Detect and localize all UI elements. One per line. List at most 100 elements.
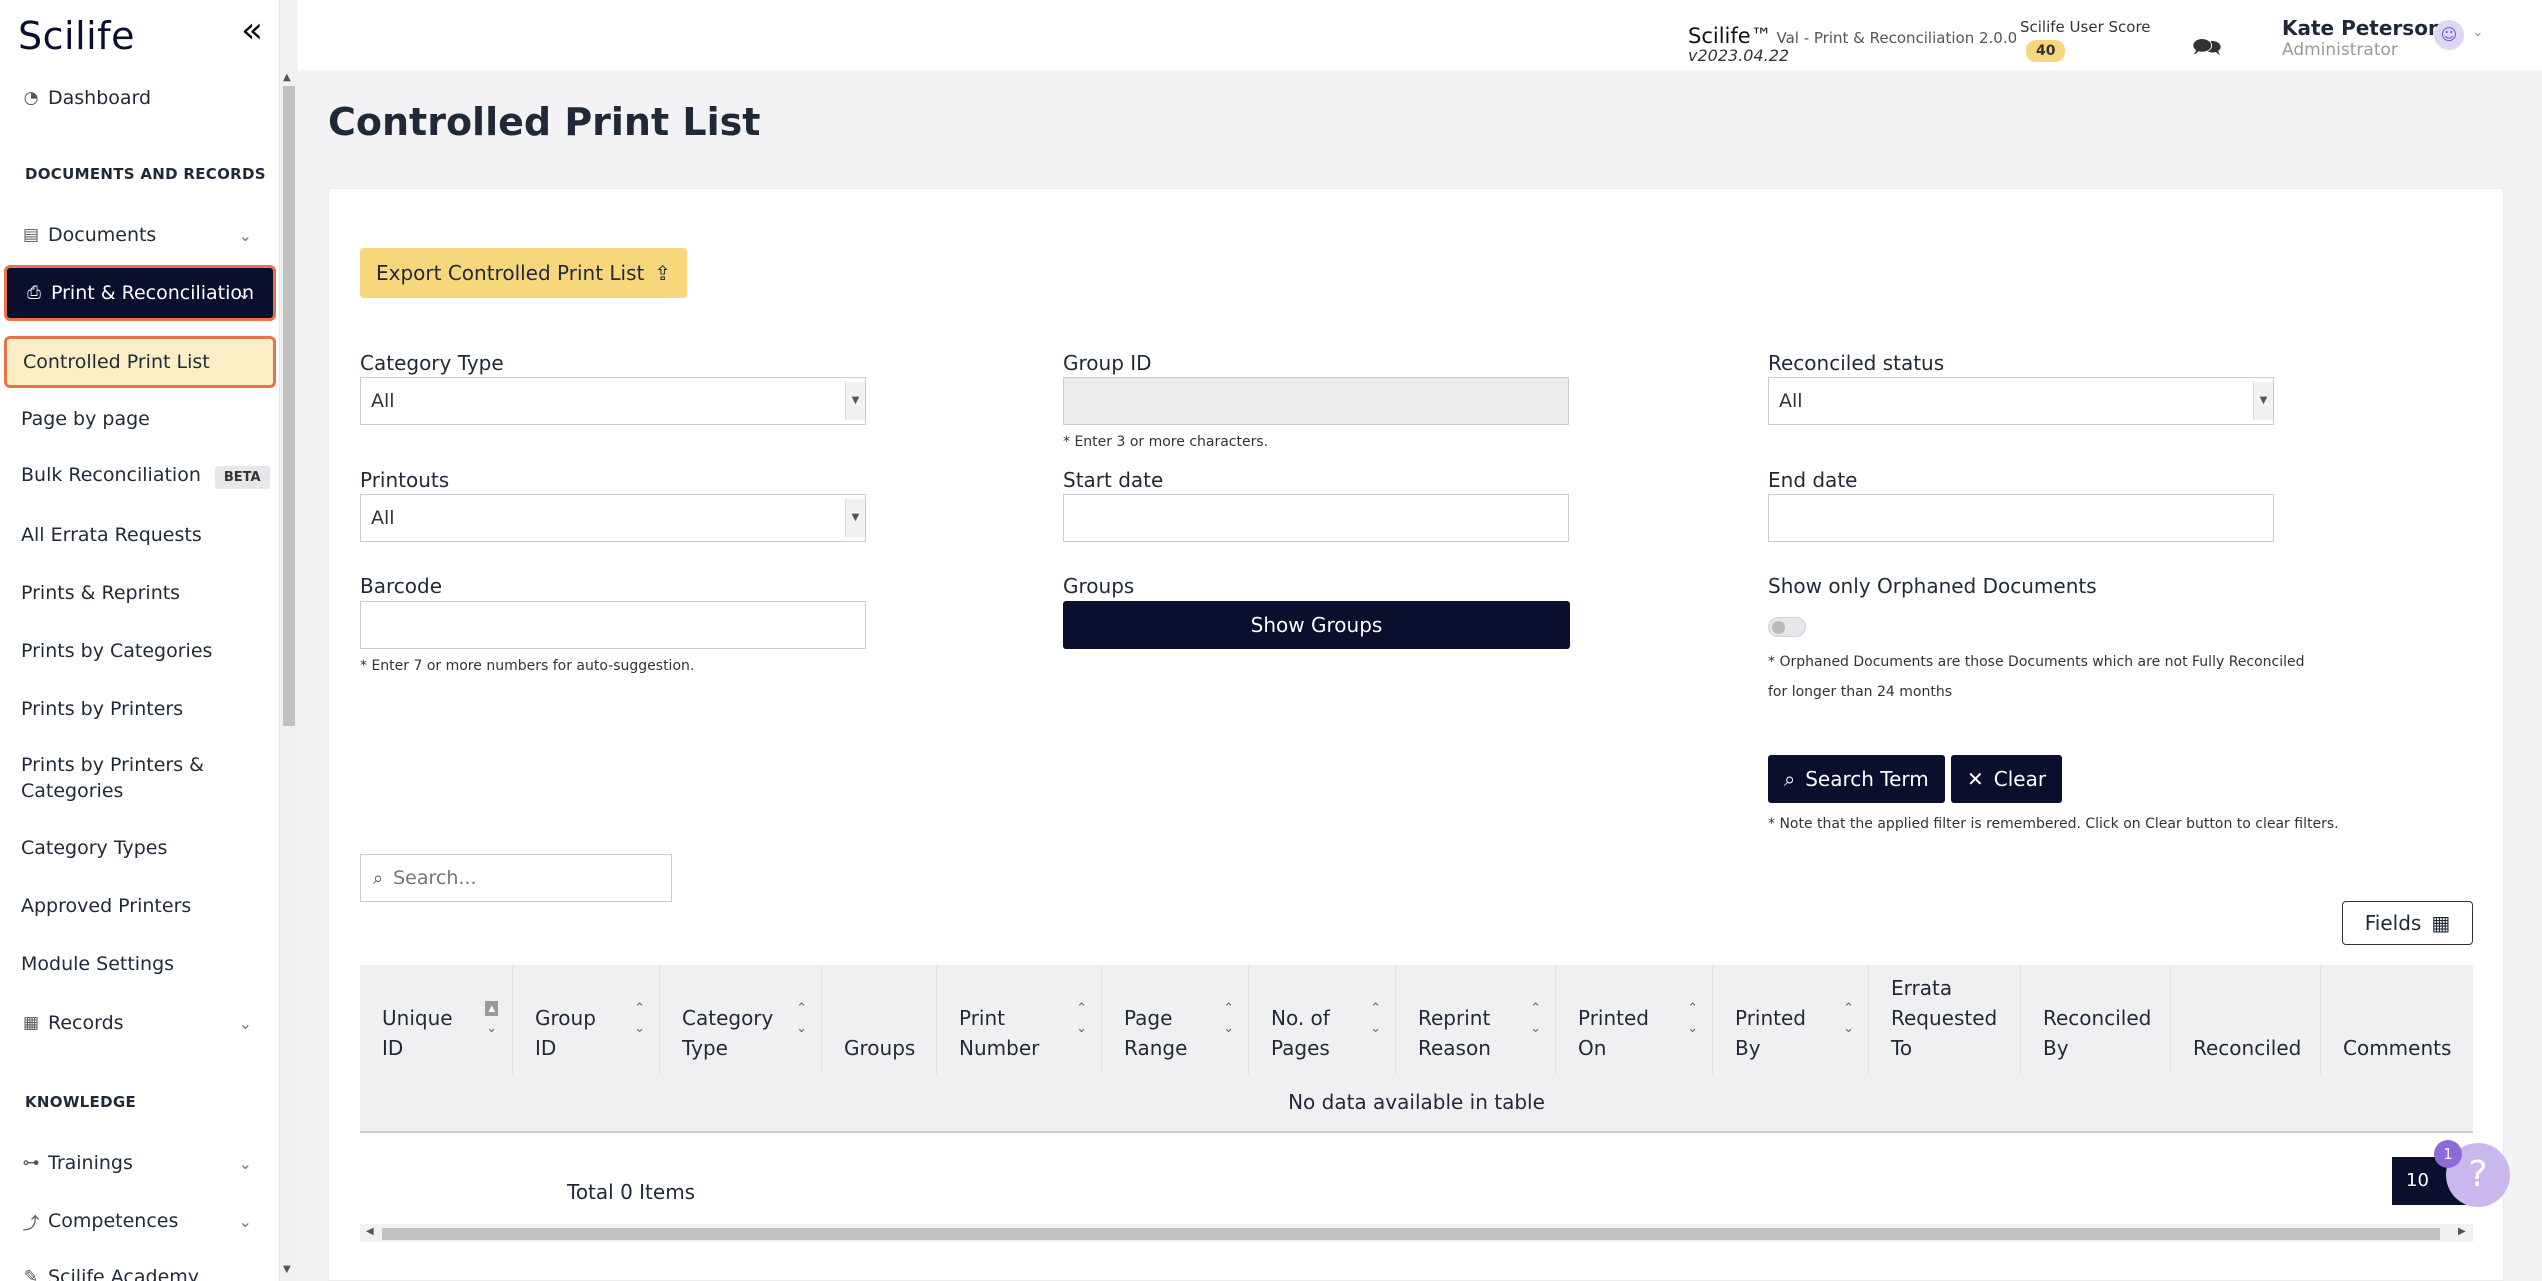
sidebar-item-module-settings[interactable]: Module Settings	[21, 953, 174, 975]
column-label-line: Comments	[2343, 1036, 2452, 1060]
column-label-line: Pages	[1271, 1036, 1330, 1060]
clear-button[interactable]: ✕ Clear	[1951, 755, 2063, 803]
orphaned-documents-toggle[interactable]	[1768, 617, 1806, 637]
chevron-down-icon[interactable]: ⌄	[2472, 24, 2484, 40]
fields-button[interactable]: Fields ▦	[2342, 901, 2473, 945]
column-header-groups[interactable]: Groups	[822, 965, 937, 1075]
column-header-reconciled[interactable]: Reconciled	[2171, 965, 2321, 1075]
column-header-unique-id[interactable]: Unique ID ▴ ⌄	[360, 965, 513, 1075]
column-header-page-range[interactable]: Page Range ⌃ ⌄	[1102, 965, 1249, 1075]
chevron-down-icon: ▼	[845, 382, 865, 420]
column-header-printed-on[interactable]: Printed On ⌃ ⌄	[1556, 965, 1713, 1075]
sidebar-item-records[interactable]: ▦ Records ⌄	[0, 1008, 280, 1038]
column-header-reconciled-by[interactable]: Reconciled By	[2021, 965, 2171, 1075]
column-header-category-type[interactable]: Category Type ⌃ ⌄	[660, 965, 822, 1075]
sidebar-item-dashboard[interactable]: ◔ Dashboard	[0, 84, 280, 112]
sidebar-item-competences[interactable]: ⤴ Competences ⌄	[0, 1206, 280, 1236]
sidebar-item-all-errata-requests[interactable]: All Errata Requests	[21, 524, 202, 546]
reconciled-status-select[interactable]: All ▼	[1768, 377, 2274, 425]
column-label-line: ID	[535, 1036, 557, 1060]
group-id-hint: * Enter 3 or more characters.	[1063, 434, 1269, 450]
sidebar-item-label: Print & Reconciliation	[51, 282, 255, 304]
records-icon: ▦	[22, 1013, 40, 1033]
sidebar-item-prints-by-printers-categories[interactable]: Prints by Printers & Categories	[21, 752, 204, 804]
scroll-right-arrow-icon[interactable]: ▶	[2458, 1226, 2466, 1237]
orphaned-hint-line2: for longer than 24 months	[1768, 684, 1952, 700]
sidebar-scrollbar-thumb[interactable]	[283, 86, 295, 726]
sidebar-item-approved-printers[interactable]: Approved Printers	[21, 895, 191, 917]
sidebar-item-trainings[interactable]: ⊶ Trainings ⌄	[0, 1148, 280, 1178]
user-score-label: Scilife User Score	[2020, 18, 2151, 36]
column-header-printed-by[interactable]: Printed By ⌃ ⌄	[1713, 965, 1869, 1075]
sidebar-item-label: Trainings	[48, 1152, 133, 1174]
sidebar-item-prints-by-categories[interactable]: Prints by Categories	[21, 640, 212, 662]
chevron-down-icon: ⌄	[238, 225, 252, 245]
column-header-reprint-reason[interactable]: Reprint Reason ⌃ ⌄	[1396, 965, 1556, 1075]
app-name-text: Scilife™	[1688, 24, 1772, 48]
table-search[interactable]: ⌕	[360, 854, 672, 902]
export-controlled-print-list-button[interactable]: Export Controlled Print List ⇪	[360, 248, 688, 298]
sidebar-item-label: Bulk Reconciliation	[21, 464, 201, 486]
start-date-input[interactable]	[1063, 494, 1569, 542]
sidebar-item-page-by-page[interactable]: Page by page	[21, 408, 150, 430]
column-header-print-number[interactable]: Print Number ⌃ ⌄	[937, 965, 1102, 1075]
column-header-errata-requested-to[interactable]: Errata Requested To	[1869, 965, 2021, 1075]
barcode-input[interactable]	[360, 601, 866, 649]
column-label-line: Errata	[1891, 976, 1953, 1000]
chevron-down-icon: ⌄	[238, 1153, 252, 1173]
sidebar-item-scilife-academy[interactable]: ✎ Scilife Academy	[0, 1262, 280, 1281]
user-role: Administrator	[2282, 40, 2398, 60]
end-date-input[interactable]	[1768, 494, 2274, 542]
chevron-down-icon: ⌄	[237, 283, 251, 303]
column-label-line: Reprint	[1418, 1006, 1491, 1030]
sort-icon: ⌃ ⌄	[1687, 1001, 1698, 1036]
sidebar-item-bulk-reconciliation[interactable]: Bulk Reconciliation BETA	[21, 464, 270, 489]
app-module-version: Val - Print & Reconciliation 2.0.0	[1771, 29, 2018, 47]
scroll-down-arrow-icon[interactable]: ▼	[283, 1264, 291, 1275]
table-search-input[interactable]	[393, 867, 644, 889]
collapse-sidebar-icon[interactable]: «	[236, 13, 268, 50]
column-label-line: By	[1735, 1036, 1761, 1060]
chevron-down-icon: ⌄	[238, 1211, 252, 1231]
sidebar-item-prints-by-printers[interactable]: Prints by Printers	[21, 698, 183, 720]
academy-icon: ✎	[23, 1267, 39, 1281]
column-label-line: Print	[959, 1006, 1006, 1030]
select-value: All	[371, 390, 395, 412]
sidebar-item-print-reconciliation[interactable]: ⎙ Print & Reconciliation ⌄	[4, 265, 276, 321]
column-label-line: Number	[959, 1036, 1040, 1060]
group-id-input[interactable]	[1063, 377, 1569, 425]
column-label: Print Number	[959, 1003, 1039, 1063]
export-button-label: Export Controlled Print List	[376, 261, 645, 285]
printer-icon: ⎙	[27, 283, 41, 303]
page-title: Controlled Print List	[328, 100, 761, 144]
column-label-line: Unique	[382, 1006, 453, 1030]
scroll-up-arrow-icon[interactable]: ▲	[283, 72, 291, 83]
search-term-button[interactable]: ⌕ Search Term	[1768, 755, 1945, 803]
sidebar-item-label: Competences	[48, 1210, 179, 1232]
table-horizontal-scrollbar-thumb[interactable]	[382, 1228, 2440, 1240]
scroll-left-arrow-icon[interactable]: ◀	[366, 1226, 374, 1237]
category-type-select[interactable]: All ▼	[360, 377, 866, 425]
chat-icon[interactable]: 🗪	[2192, 30, 2222, 71]
column-header-comments[interactable]: Comments	[2321, 965, 2473, 1075]
sidebar-item-controlled-print-list[interactable]: Controlled Print List	[4, 336, 276, 388]
select-value: All	[1779, 390, 1803, 412]
help-notification-badge: 1	[2434, 1140, 2462, 1168]
column-header-group-id[interactable]: Group ID ⌃ ⌄	[513, 965, 660, 1075]
groups-label: Groups	[1063, 574, 1135, 598]
show-groups-button[interactable]: Show Groups	[1063, 601, 1570, 649]
sidebar-item-documents[interactable]: ▤ Documents ⌄	[0, 221, 280, 249]
orphaned-documents-label: Show only Orphaned Documents	[1768, 574, 2097, 598]
user-name[interactable]: Kate Peterson	[2282, 16, 2442, 40]
sidebar-item-category-types[interactable]: Category Types	[21, 837, 167, 859]
group-id-label: Group ID	[1063, 351, 1152, 375]
column-header-no-of-pages[interactable]: No. of Pages ⌃ ⌄	[1249, 965, 1396, 1075]
sidebar-item-label: Scilife Academy	[48, 1266, 200, 1281]
column-label-line: Range	[1124, 1036, 1188, 1060]
sidebar-item-label: Records	[48, 1012, 124, 1034]
printouts-select[interactable]: All ▼	[360, 494, 866, 542]
avatar[interactable]: ☺	[2434, 20, 2464, 50]
sidebar-item-prints-reprints[interactable]: Prints & Reprints	[21, 582, 180, 604]
clear-label: Clear	[1993, 767, 2047, 791]
sort-icon: ⌃ ⌄	[1223, 1001, 1234, 1036]
